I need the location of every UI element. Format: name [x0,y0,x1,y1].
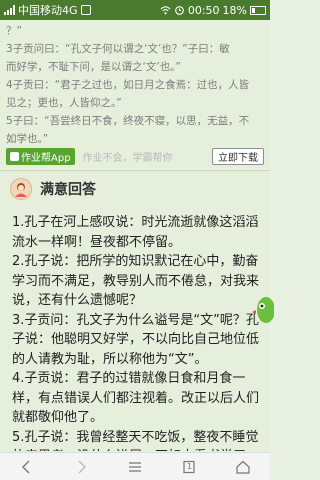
snippet-line: 4子贡曰：“君子之过也，如日月之食焉：过也，人皆 [6,79,250,91]
answer-paragraph: 1.孔子在河上感叹说：时光流逝就像这滔滔流水一样啊！昼夜都不停留。 [12,215,259,250]
snippet-line: 而好学，不耻下问，是以谓之‘文’也。” [6,61,181,73]
battery-label: 18% [222,3,247,17]
menu-button[interactable] [123,457,147,477]
chevron-right-icon [78,460,86,473]
snippet-line: 5子曰：“吾尝终日不食，终夜不寝，以思，无益，不 [6,115,250,127]
status-right: 00:50 18% [160,4,266,17]
answer-paragraph: 4.子贡说：君子的过错就像日食和月食一样，有点错误人们都注视着。改正以后人们就都… [12,371,260,425]
app-logo-icon [10,151,19,161]
signal-icon [4,5,15,15]
snippet-line: 3子贡问曰：“孔文子何以谓之‘文’也？”子曰：敏 [6,43,230,55]
user-avatar-icon [15,183,27,197]
answer-paragraph: 3.子贡问：孔文子为什么谥号是“文”呢？孔子说：他聪明又好学，不以向比自己地位低… [12,312,260,367]
app-slogan: 作业不会，学霸帮你 [82,152,173,164]
answer-card: 满意回答 1.孔子在河上感叹说：时光流逝就像这滔滔流水一样啊！昼夜都不停留。 2… [0,170,270,452]
snippet-line: ？” [6,25,22,37]
download-button[interactable]: 立即下载 [212,147,264,165]
clock-label: 00:50 [187,3,220,17]
alarm-icon [174,6,184,15]
app-badge-label: 作业帮App [21,152,71,164]
answer-paragraph: 2.孔子说：把所学的知识默记在心中，勤奋学习而不满足，教导别人而不倦怠，对我来说… [12,254,260,308]
answer-body: 1.孔子在河上感叹说：时光流逝就像这滔滔流水一样啊！昼夜都不停留。 2.孔子说：… [0,207,270,451]
app-badge[interactable]: 作业帮App [6,147,75,165]
wifi-icon [160,6,171,15]
carrier-label: 中国移动4G [18,4,78,17]
home-icon [236,460,250,474]
notification-icon [80,5,91,15]
answer-paragraph: 5.孔子说：我曾经整天不吃饭，整夜不睡觉的来思考，没什么进展，不如去看书学习吧。 [12,429,259,452]
status-left: 中国移动4G [4,2,160,18]
status-bar: 中国移动4G 00:50 18% [0,0,270,20]
tabs-button[interactable]: 1 [177,457,201,477]
mascot-bird-icon[interactable] [252,292,274,326]
tab-count: 1 [187,461,193,471]
snippet-line: 见之；更也，人皆仰之。” [6,97,122,109]
browser-nav-bar: 1 [0,452,270,480]
home-button[interactable] [231,457,255,477]
menu-icon [129,461,141,472]
answer-header: 满意回答 [0,171,270,207]
battery-icon [250,5,266,15]
forward-button[interactable] [69,457,93,477]
chevron-left-icon [22,460,30,473]
app-promo-bar: 作业帮App 作业不会，学霸帮你 立即下载 [0,144,270,168]
back-button[interactable] [15,457,39,477]
avatar [10,178,32,200]
answer-title: 满意回答 [40,182,96,198]
